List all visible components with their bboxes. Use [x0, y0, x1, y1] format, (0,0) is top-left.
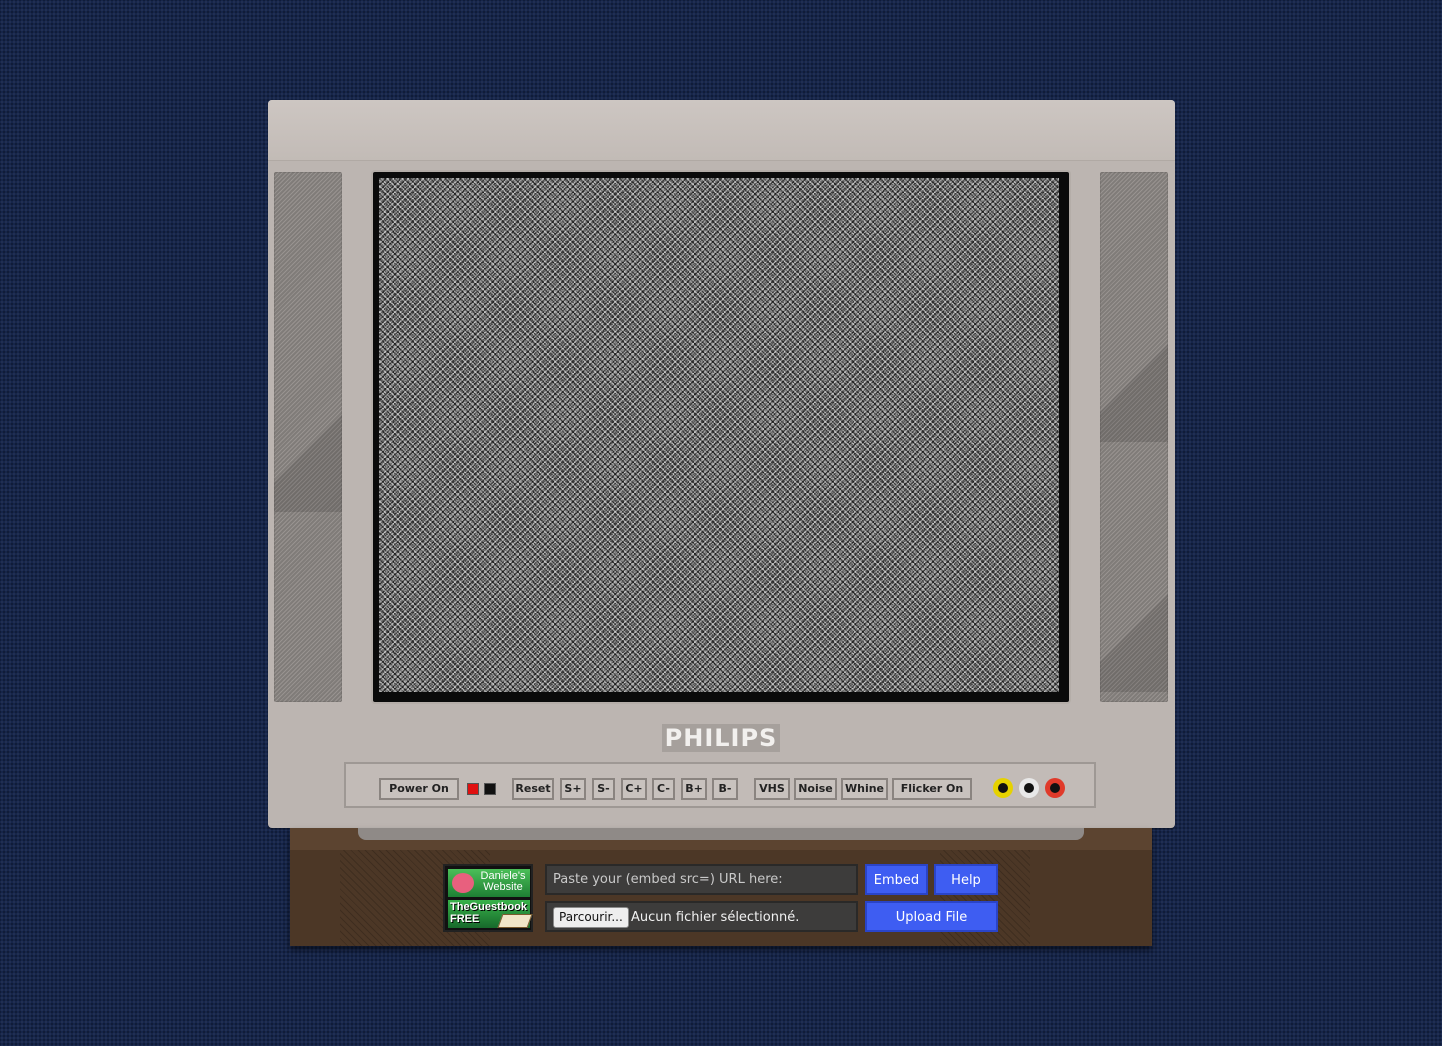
tv-top-panel [268, 100, 1175, 161]
guestbook-site-label: Daniele's Website [480, 870, 526, 893]
noise-button[interactable]: Noise [794, 778, 837, 800]
whine-button[interactable]: Whine [841, 778, 888, 800]
yellow-rca-jack [993, 778, 1013, 798]
power-button[interactable]: Power On [379, 778, 459, 800]
brand-logo: PHILIPS [662, 724, 780, 752]
white-rca-jack [1019, 778, 1039, 798]
tv-screen-static[interactable] [379, 178, 1059, 692]
guestbook-header: Daniele's Website [448, 869, 530, 897]
guestbook-footer: TheGuestbook FREE [448, 900, 533, 928]
file-picker: Parcourir... Aucun fichier sélectionné. [545, 901, 858, 932]
embed-url-input[interactable] [545, 864, 858, 895]
contrast-down-button[interactable]: C- [652, 778, 675, 800]
power-led-red [467, 783, 479, 795]
flicker-button[interactable]: Flicker On [892, 778, 972, 800]
browse-file-button[interactable]: Parcourir... [553, 907, 629, 928]
speaker-facet [274, 402, 342, 512]
saturation-up-button[interactable]: S+ [560, 778, 586, 800]
red-rca-jack [1045, 778, 1065, 798]
book-icon [497, 914, 533, 928]
speaker-facet [1100, 332, 1168, 442]
help-button[interactable]: Help [934, 864, 998, 895]
speaker-grille-right [1100, 172, 1168, 702]
speaker-grille-left [274, 172, 342, 702]
brightness-up-button[interactable]: B+ [681, 778, 707, 800]
speaker-facet [1100, 582, 1168, 692]
brightness-down-button[interactable]: B- [712, 778, 738, 800]
power-led-black [484, 783, 496, 795]
vhs-button[interactable]: VHS [754, 778, 790, 800]
reset-button[interactable]: Reset [512, 778, 554, 800]
upload-file-button[interactable]: Upload File [865, 901, 998, 932]
screen-bezel [373, 172, 1069, 702]
guestbook-title: TheGuestbook [450, 901, 528, 913]
embed-button[interactable]: Embed [865, 864, 928, 895]
tv-cabinet: PHILIPS Power On Reset S+ S- C+ C- B+ B-… [268, 100, 1175, 828]
file-status-text: Aucun fichier sélectionné. [631, 910, 800, 925]
control-panel: Power On Reset S+ S- C+ C- B+ B- VHS Noi… [344, 762, 1096, 808]
saturation-down-button[interactable]: S- [592, 778, 615, 800]
tv-foot [358, 828, 1084, 840]
guestbook-free-label: FREE [450, 913, 480, 925]
guestbook-badge[interactable]: Daniele's Website TheGuestbook FREE [443, 864, 533, 932]
contrast-up-button[interactable]: C+ [621, 778, 647, 800]
kirby-icon [452, 873, 474, 893]
